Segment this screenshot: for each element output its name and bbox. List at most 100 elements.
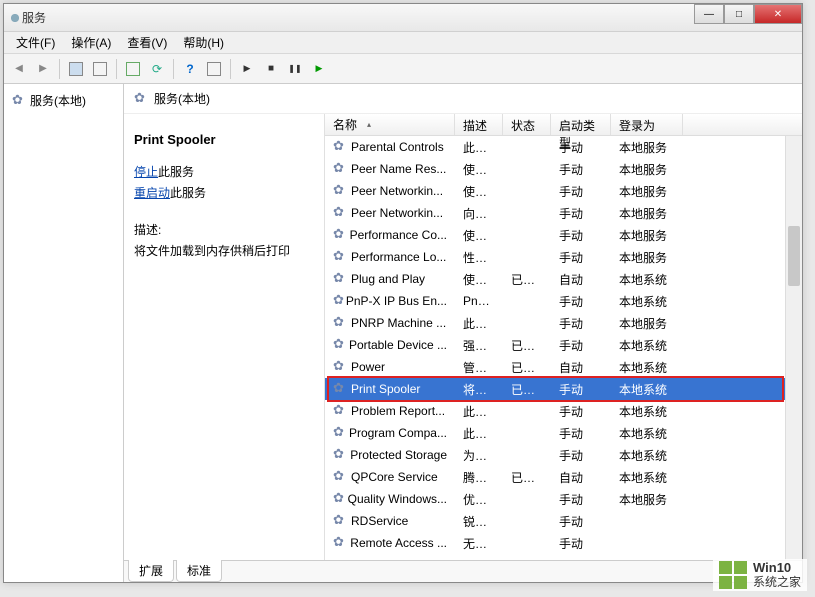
tab-standard[interactable]: 标准 bbox=[176, 560, 222, 582]
service-row[interactable]: PnP-X IP Bus En...PnP-...手动本地系统 bbox=[325, 290, 802, 312]
right-body: Print Spooler 停止此服务 重启动此服务 描述: 将文件加载到内存供… bbox=[124, 114, 802, 560]
service-row[interactable]: RDService锐动...手动 bbox=[325, 510, 802, 532]
service-row[interactable]: Remote Access ...无论...手动 bbox=[325, 532, 802, 554]
service-row[interactable]: QPCore Service腾讯...已启动自动本地系统 bbox=[325, 466, 802, 488]
start-service-button[interactable] bbox=[236, 58, 258, 80]
service-row[interactable]: Peer Networkin...向对...手动本地服务 bbox=[325, 202, 802, 224]
service-gear-icon bbox=[333, 536, 346, 550]
service-row[interactable]: Quality Windows...优质...手动本地服务 bbox=[325, 488, 802, 510]
menubar: 文件(F) 操作(A) 查看(V) 帮助(H) bbox=[4, 32, 802, 54]
service-gear-icon bbox=[333, 184, 347, 198]
service-name: Quality Windows... bbox=[348, 492, 447, 506]
refresh-button[interactable]: ⟳ bbox=[146, 58, 168, 80]
service-name: Portable Device ... bbox=[349, 338, 447, 352]
service-name: PNRP Machine ... bbox=[351, 316, 446, 330]
service-row[interactable]: Problem Report...此服...手动本地系统 bbox=[325, 400, 802, 422]
service-name: Performance Co... bbox=[350, 228, 447, 242]
forward-button[interactable] bbox=[32, 58, 54, 80]
tree-root-label: 服务(本地) bbox=[30, 92, 86, 109]
col-startup-type[interactable]: 启动类型 bbox=[551, 114, 611, 135]
service-gear-icon bbox=[333, 470, 347, 484]
service-name: Protected Storage bbox=[350, 448, 447, 462]
watermark-sub: 系统之家 bbox=[753, 575, 801, 589]
service-name: RDService bbox=[351, 514, 408, 528]
maximize-button[interactable]: □ bbox=[724, 4, 754, 24]
vertical-scrollbar[interactable] bbox=[785, 136, 802, 560]
export-button[interactable] bbox=[122, 58, 144, 80]
service-name: PnP-X IP Bus En... bbox=[346, 294, 447, 308]
col-status[interactable]: 状态 bbox=[503, 114, 551, 135]
close-button[interactable]: ✕ bbox=[754, 4, 802, 24]
col-logon-as[interactable]: 登录为 bbox=[611, 114, 683, 135]
service-row[interactable]: Plug and Play使计...已启动自动本地系统 bbox=[325, 268, 802, 290]
gear-icon bbox=[134, 92, 148, 106]
tree-root-item[interactable]: 服务(本地) bbox=[10, 90, 117, 111]
col-name[interactable]: 名称▴ bbox=[325, 114, 455, 135]
service-row[interactable]: Peer Networkin...使用...手动本地服务 bbox=[325, 180, 802, 202]
service-name: Print Spooler bbox=[351, 382, 420, 396]
service-name: Plug and Play bbox=[351, 272, 425, 286]
menu-file[interactable]: 文件(F) bbox=[8, 32, 63, 53]
menu-action[interactable]: 操作(A) bbox=[63, 32, 119, 53]
minimize-button[interactable]: — bbox=[694, 4, 724, 24]
service-row[interactable]: Peer Name Res...使用...手动本地服务 bbox=[325, 158, 802, 180]
detail-pane: Print Spooler 停止此服务 重启动此服务 描述: 将文件加载到内存供… bbox=[124, 114, 324, 560]
pause-service-button[interactable] bbox=[284, 58, 306, 80]
show-hide-tree-button[interactable] bbox=[65, 58, 87, 80]
titlebar[interactable]: 服务 — □ ✕ bbox=[4, 4, 802, 32]
service-gear-icon bbox=[333, 316, 347, 330]
service-gear-icon bbox=[333, 206, 347, 220]
service-row[interactable]: Power管理...已启动自动本地系统 bbox=[325, 356, 802, 378]
service-row[interactable]: Performance Co...使远...手动本地服务 bbox=[325, 224, 802, 246]
menu-view[interactable]: 查看(V) bbox=[119, 32, 175, 53]
service-row[interactable]: PNRP Machine ...此服...手动本地服务 bbox=[325, 312, 802, 334]
list-body[interactable]: Parental Controls此服...手动本地服务Peer Name Re… bbox=[325, 136, 802, 560]
service-name: Power bbox=[351, 360, 385, 374]
service-row[interactable]: Performance Lo...性能...手动本地服务 bbox=[325, 246, 802, 268]
service-gear-icon bbox=[333, 360, 347, 374]
restart-link[interactable]: 重启动 bbox=[134, 186, 170, 200]
sort-indicator-icon: ▴ bbox=[367, 120, 371, 129]
service-name: Peer Networkin... bbox=[351, 184, 443, 198]
right-pane: 服务(本地) Print Spooler 停止此服务 重启动此服务 描述: 将文… bbox=[124, 84, 802, 582]
service-list-pane: 名称▴ 描述 状态 启动类型 登录为 Parental Controls此服..… bbox=[324, 114, 802, 560]
col-description[interactable]: 描述 bbox=[455, 114, 503, 135]
service-row[interactable]: Portable Device ...强制...已启动手动本地系统 bbox=[325, 334, 802, 356]
service-name: QPCore Service bbox=[351, 470, 438, 484]
service-gear-icon bbox=[333, 250, 347, 264]
properties-button[interactable] bbox=[89, 58, 111, 80]
menu-help[interactable]: 帮助(H) bbox=[175, 32, 232, 53]
stop-service-button[interactable] bbox=[260, 58, 282, 80]
services-window: 服务 — □ ✕ 文件(F) 操作(A) 查看(V) 帮助(H) ⟳ bbox=[3, 3, 803, 583]
service-gear-icon bbox=[333, 514, 347, 528]
service-gear-icon bbox=[333, 338, 345, 352]
service-gear-icon bbox=[333, 492, 344, 506]
list-button[interactable] bbox=[203, 58, 225, 80]
tree-pane: 服务(本地) bbox=[4, 84, 124, 582]
service-gear-icon bbox=[333, 426, 345, 440]
service-name: Remote Access ... bbox=[350, 536, 447, 550]
service-name: Peer Networkin... bbox=[351, 206, 443, 220]
service-row[interactable]: Print Spooler将文...已启动手动本地系统 bbox=[325, 378, 802, 400]
service-gear-icon bbox=[333, 140, 347, 154]
selected-service-name: Print Spooler bbox=[134, 132, 314, 147]
service-name: Program Compa... bbox=[349, 426, 447, 440]
service-name: Problem Report... bbox=[351, 404, 445, 418]
service-row[interactable]: Program Compa...此服...手动本地系统 bbox=[325, 422, 802, 444]
description-label: 描述: bbox=[134, 221, 314, 238]
app-icon bbox=[8, 11, 22, 25]
service-gear-icon bbox=[333, 228, 346, 242]
restart-service-button[interactable] bbox=[308, 58, 330, 80]
tab-extended[interactable]: 扩展 bbox=[128, 560, 174, 582]
stop-link[interactable]: 停止 bbox=[134, 165, 158, 179]
back-button[interactable] bbox=[8, 58, 30, 80]
content-area: 服务(本地) 服务(本地) Print Spooler 停止此服务 重启动此服务… bbox=[4, 84, 802, 582]
help-button[interactable] bbox=[179, 58, 201, 80]
service-row[interactable]: Parental Controls此服...手动本地服务 bbox=[325, 136, 802, 158]
right-pane-header: 服务(本地) bbox=[124, 84, 802, 114]
scroll-thumb[interactable] bbox=[788, 226, 800, 286]
service-gear-icon bbox=[333, 382, 347, 396]
service-gear-icon bbox=[333, 404, 347, 418]
service-row[interactable]: Protected Storage为敏...手动本地系统 bbox=[325, 444, 802, 466]
service-gear-icon bbox=[333, 162, 347, 176]
